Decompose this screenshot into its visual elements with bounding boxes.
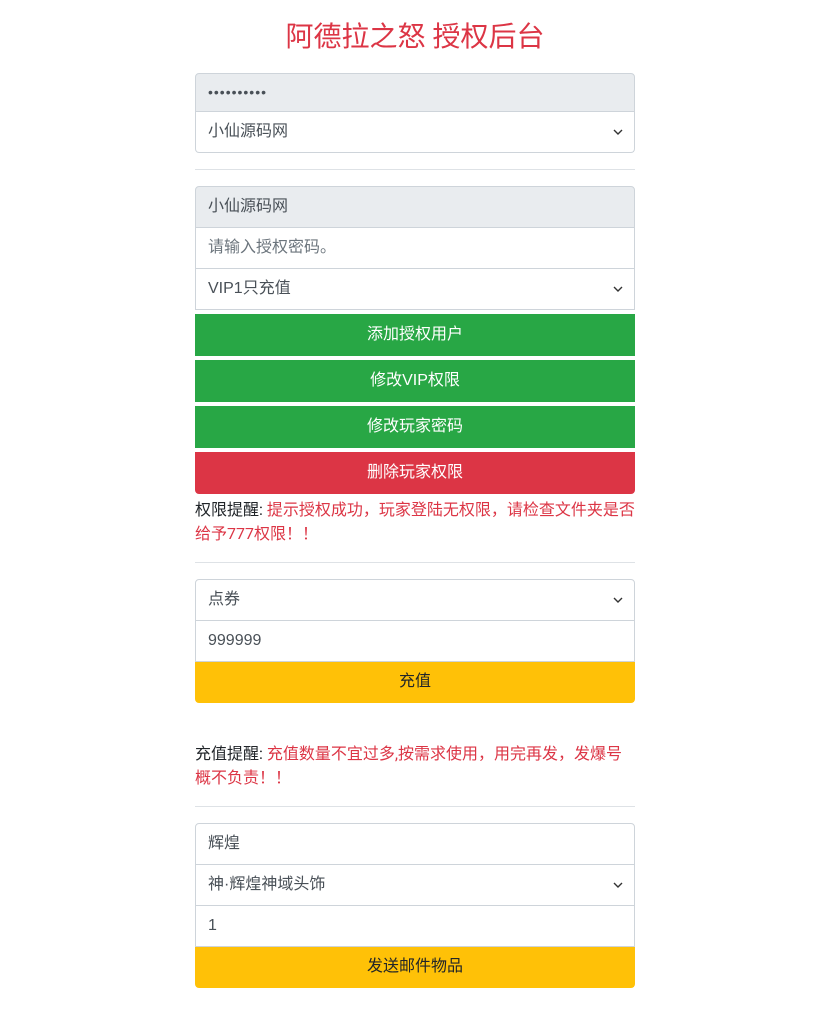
mail-item-section: 神·辉煌神域头饰 发送邮件物品 bbox=[195, 823, 635, 988]
divider bbox=[195, 806, 635, 807]
divider bbox=[195, 169, 635, 170]
recharge-amount-input[interactable] bbox=[195, 621, 635, 662]
modify-vip-button[interactable]: 修改VIP权限 bbox=[195, 360, 635, 402]
auth-password-input[interactable] bbox=[195, 228, 635, 269]
vip-level-select[interactable]: VIP1只充值 bbox=[195, 269, 635, 310]
modify-password-button[interactable]: 修改玩家密码 bbox=[195, 406, 635, 448]
currency-type-select[interactable]: 点券 bbox=[195, 579, 635, 621]
page-title: 阿德拉之怒 授权后台 bbox=[195, 15, 635, 55]
login-section: 小仙源码网 bbox=[195, 73, 635, 153]
recharge-reminder: 充值提醒: 充值数量不宜过多,按需求使用，用完再发，发爆号概不负责！！ bbox=[195, 742, 635, 790]
server-select[interactable]: 小仙源码网 bbox=[195, 112, 635, 153]
divider bbox=[195, 562, 635, 563]
permission-reminder: 权限提醒: 提示授权成功，玩家登陆无权限，请检查文件夹是否给予777权限！！ bbox=[195, 498, 635, 546]
delete-permission-button[interactable]: 删除玩家权限 bbox=[195, 452, 635, 494]
add-auth-user-button[interactable]: 添加授权用户 bbox=[195, 314, 635, 356]
item-category-input[interactable] bbox=[195, 823, 635, 865]
admin-password-input[interactable] bbox=[195, 73, 635, 112]
recharge-button[interactable]: 充值 bbox=[195, 662, 635, 703]
reminder-label: 充值提醒: bbox=[195, 744, 267, 763]
reminder-label: 权限提醒: bbox=[195, 500, 267, 519]
recharge-section: 点券 充值 bbox=[195, 579, 635, 703]
auth-button-group: 添加授权用户 修改VIP权限 修改玩家密码 删除玩家权限 bbox=[195, 314, 635, 494]
auth-section: VIP1只充值 添加授权用户 修改VIP权限 修改玩家密码 删除玩家权限 权限提… bbox=[195, 186, 635, 546]
username-input[interactable] bbox=[195, 186, 635, 228]
send-mail-item-button[interactable]: 发送邮件物品 bbox=[195, 947, 635, 988]
item-select[interactable]: 神·辉煌神域头饰 bbox=[195, 865, 635, 906]
